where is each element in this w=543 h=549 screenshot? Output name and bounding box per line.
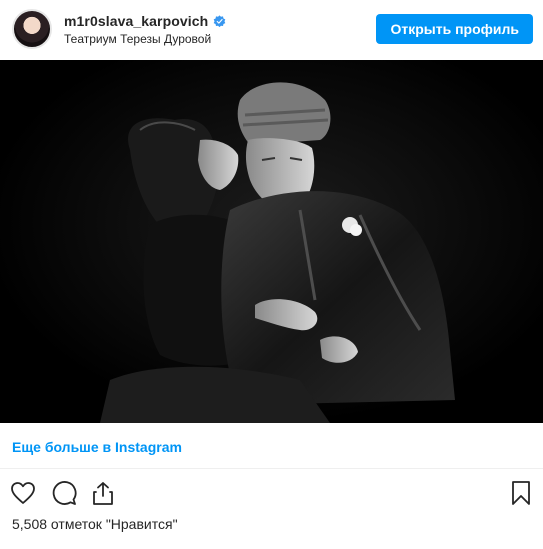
share-icon[interactable] bbox=[90, 480, 116, 506]
action-bar bbox=[0, 470, 543, 514]
username-row: m1r0slava_karpovich bbox=[64, 12, 226, 30]
post-header: m1r0slava_karpovich Театриум Терезы Дуро… bbox=[0, 0, 543, 60]
more-on-instagram-link[interactable]: Еще больше в Instagram bbox=[12, 439, 182, 455]
instagram-embed: m1r0slava_karpovich Театриум Терезы Дуро… bbox=[0, 0, 543, 549]
bookmark-icon[interactable] bbox=[508, 480, 534, 506]
username[interactable]: m1r0slava_karpovich bbox=[64, 13, 208, 29]
more-row: Еще больше в Instagram bbox=[0, 423, 543, 469]
comment-icon[interactable] bbox=[51, 480, 77, 506]
open-profile-button[interactable]: Открыть профиль bbox=[376, 14, 533, 44]
verified-badge-icon bbox=[214, 14, 226, 27]
likes-count[interactable]: 5,508 отметок "Нравится" bbox=[12, 516, 178, 532]
heart-icon[interactable] bbox=[10, 480, 36, 506]
avatar[interactable] bbox=[12, 9, 52, 49]
location-label[interactable]: Театриум Терезы Дуровой bbox=[64, 32, 226, 46]
photo-image bbox=[0, 60, 543, 423]
post-photo[interactable] bbox=[0, 60, 543, 423]
user-info: m1r0slava_karpovich Театриум Терезы Дуро… bbox=[64, 12, 226, 46]
